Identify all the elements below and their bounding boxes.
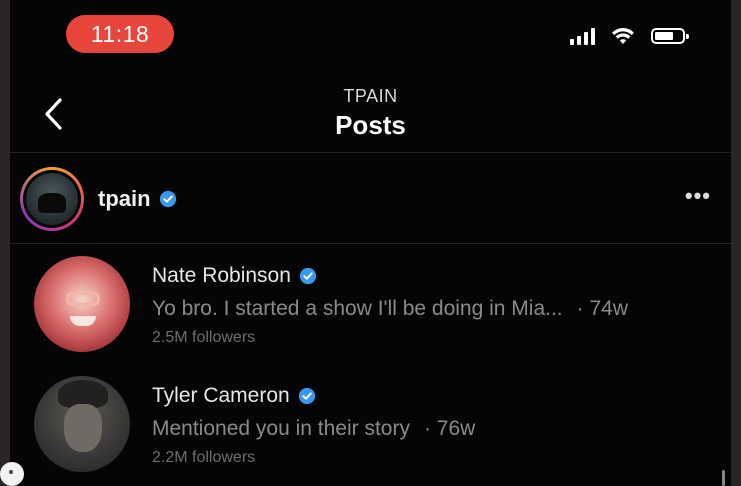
status-icons [570, 27, 689, 45]
list-item-name: Nate Robinson [152, 264, 291, 287]
more-horizontal-icon[interactable]: ••• [685, 185, 711, 207]
post-author-row[interactable]: tpain ••• [20, 166, 721, 232]
list-item-name: Tyler Cameron [152, 384, 290, 407]
phone-screen: 11:18 TPAIN Posts tpain ••• Nate Robinso… [10, 0, 731, 486]
list-item[interactable]: Nate Robinson Yo bro. I started a show I… [34, 256, 724, 356]
signal-icon [570, 27, 595, 45]
avatar[interactable] [34, 256, 130, 352]
verified-badge-icon [159, 190, 176, 208]
battery-icon [651, 28, 689, 44]
list-item-message: Yo bro. I started a show I'll be doing i… [152, 297, 563, 320]
page-title: Posts [335, 110, 406, 140]
verified-badge-icon [298, 387, 315, 405]
overlay-button[interactable] [0, 462, 24, 486]
list-item-age: · 76w [423, 417, 476, 440]
verified-badge-icon [299, 267, 317, 285]
list-item-followers: 2.5M followers [152, 329, 256, 346]
list-item-followers: 2.2M followers [152, 449, 256, 466]
wifi-icon [612, 28, 634, 44]
list-item[interactable]: Tyler Cameron Mentioned you in their sto… [34, 376, 724, 476]
header-account: TPAIN [343, 86, 398, 106]
status-time[interactable]: 11:18 [66, 15, 174, 53]
story-ring[interactable] [20, 167, 84, 231]
list-item-age: · 74w [576, 297, 628, 320]
author-username[interactable]: tpain [98, 186, 151, 212]
header-divider [10, 152, 731, 153]
avatar [26, 173, 78, 225]
scrollbar[interactable] [722, 470, 725, 486]
avatar[interactable] [34, 376, 130, 472]
author-divider [10, 243, 731, 244]
list-item-message: Mentioned you in their story [152, 417, 410, 440]
